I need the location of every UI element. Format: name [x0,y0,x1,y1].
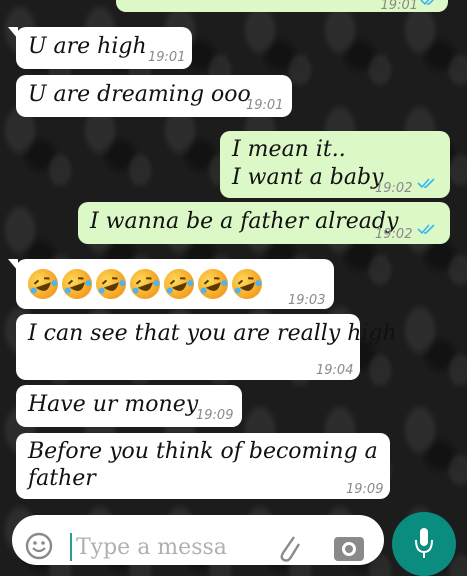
message-incoming[interactable]: Before you think of becoming a father 19… [16,433,390,499]
message-outgoing[interactable]: I mean it.. I want a baby 19:02 [220,131,450,198]
message-text: I wanna be a father already [90,209,399,234]
message-time: 19:09 [196,408,234,423]
message-outgoing[interactable]: I wanna be a father already 19:02 [78,202,450,244]
double-check-icon [417,224,435,235]
message-incoming[interactable]: U are high 19:01 [8,27,192,69]
message-composer[interactable]: Type a messa [12,515,384,565]
message-time: 19:03 [288,293,326,308]
message-time: 19:02 [375,227,413,242]
message-time: 19:02 [375,181,413,196]
message-text: father [28,466,96,491]
mic-button[interactable] [392,512,456,576]
message-text: Have ur money [28,392,199,417]
message-incoming[interactable]: Have ur money 19:09 [16,385,242,427]
message-time: 19:01 [380,0,418,13]
laughing-emoji-icon [125,264,165,304]
laughing-emoji-icon [227,264,267,304]
laughing-emoji-icon [23,264,63,304]
microphone-icon [415,528,433,558]
laughing-emoji-icon [159,264,199,304]
message-text: U are high [28,34,147,59]
message-text: U are dreaming ooo [28,82,251,107]
message-text: I mean it.. [232,137,346,162]
message-incoming[interactable]: U are dreaming ooo 19:01 [16,75,292,117]
message-text: I can see that you are really high [28,321,397,346]
message-input[interactable]: Type a messa [76,535,227,560]
message-time: 19:09 [346,482,384,497]
message-text: Before you think of becoming a [28,439,378,464]
paperclip-icon[interactable] [274,529,302,563]
message-text: I want a baby [232,165,384,190]
message-time: 19:01 [246,98,284,113]
laughing-emoji-icon [91,264,131,304]
text-cursor [70,533,72,561]
message-incoming[interactable]: I can see that you are really high 19:04 [16,314,397,380]
message-time: 19:01 [148,50,186,65]
message-time: 19:04 [316,363,354,378]
laughing-emoji-icon [57,264,97,304]
chat-area[interactable]: 19:01 U are high 19:01 U are dreaming oo… [0,0,467,550]
smiley-icon[interactable] [24,531,54,561]
double-check-icon [417,178,435,189]
message-outgoing[interactable]: 19:01 [116,0,448,13]
double-check-icon [420,0,435,6]
laughing-emoji-icon [193,264,233,304]
message-incoming[interactable]: 19:03 [8,259,334,309]
camera-icon[interactable] [332,531,366,563]
